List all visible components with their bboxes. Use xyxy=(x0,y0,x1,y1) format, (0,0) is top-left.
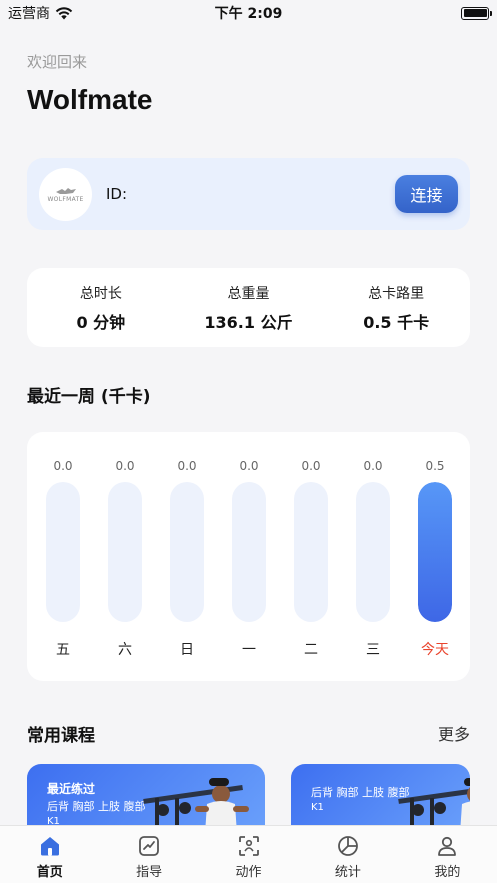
tab-label: 统计 xyxy=(334,865,361,880)
bar-category-label: 二 xyxy=(304,642,318,658)
bar-category-label: 六 xyxy=(118,642,132,658)
bar-track xyxy=(418,482,452,622)
bar-category-label: 今天 xyxy=(421,642,449,658)
bar-track xyxy=(108,482,142,622)
bar-track xyxy=(46,482,80,622)
welcome-text: 欢迎回来 xyxy=(27,53,88,71)
wolf-logo-icon xyxy=(55,187,76,194)
bar xyxy=(418,482,452,622)
stat-total-duration: 总时长 0 分钟 xyxy=(27,283,175,333)
bar-value-label: 0.0 xyxy=(177,459,197,473)
bar-category-label: 五 xyxy=(56,642,70,658)
bar-track xyxy=(170,482,204,622)
bar-track xyxy=(356,482,390,622)
tab-label: 我的 xyxy=(434,865,461,880)
tab-motion[interactable]: 动作 xyxy=(199,826,298,883)
stat-value: 0 分钟 xyxy=(76,312,126,332)
stat-value: 136.1 公斤 xyxy=(204,312,293,332)
status-left: 运营商 xyxy=(8,3,73,23)
stat-label: 总卡路里 xyxy=(368,285,425,302)
bar-track xyxy=(232,482,266,622)
course-tags: 后背 胸部 上肢 腹部 xyxy=(47,800,146,813)
tab-label: 首页 xyxy=(36,865,63,880)
bar-value-label: 0.0 xyxy=(239,459,259,473)
carrier-label: 运营商 xyxy=(8,6,50,22)
status-time: 下午 2:09 xyxy=(214,6,283,22)
courses-section-title: 常用课程 xyxy=(27,726,95,746)
course-heading: 最近练过 xyxy=(47,782,96,796)
bottom-tab-bar: 首页 指导 动作 统计 我的 xyxy=(0,825,497,883)
device-logo: WOLFMATE xyxy=(39,167,92,221)
bar-category-label: 一 xyxy=(242,642,256,658)
weekly-section-title: 最近一周 (千卡) xyxy=(27,387,151,407)
pie-chart-icon xyxy=(338,836,358,856)
stat-label: 总时长 xyxy=(79,285,122,302)
tab-guide[interactable]: 指导 xyxy=(99,826,198,883)
guide-chart-icon xyxy=(139,836,160,856)
tab-profile[interactable]: 我的 xyxy=(398,826,497,883)
bar-category-label: 三 xyxy=(366,642,380,658)
battery-fill xyxy=(463,9,487,17)
bar-category-label: 日 xyxy=(180,642,194,658)
course-card[interactable]: 最近练过 后背 胸部 上肢 腹部 K1 xyxy=(27,764,265,834)
course-model: K1 xyxy=(311,802,324,813)
page-title: Wolfmate xyxy=(27,84,153,115)
tab-label: 指导 xyxy=(136,865,163,880)
bar-value-label: 0.0 xyxy=(115,459,135,473)
device-card: WOLFMATE ID: 连接 xyxy=(27,158,470,230)
home-icon xyxy=(40,837,59,856)
weekly-calories-chart: 0.0 五 0.0 六 0.0 日 0.0 一 0.0 二 0.0 三 0.5 今天 xyxy=(27,432,470,681)
device-logo-text: WOLFMATE xyxy=(47,195,84,203)
stat-label: 总重量 xyxy=(227,285,270,302)
stat-total-weight: 总重量 136.1 公斤 xyxy=(175,283,323,333)
course-card[interactable]: 后背 胸部 上肢 腹部 K1 xyxy=(291,764,470,834)
bar-value-label: 0.5 xyxy=(425,459,445,473)
user-icon xyxy=(438,836,457,856)
tab-statistics[interactable]: 统计 xyxy=(298,826,397,883)
stats-card: 总时长 0 分钟 总重量 136.1 公斤 总卡路里 0.5 千卡 xyxy=(27,268,470,347)
wifi-icon xyxy=(55,6,73,19)
stat-total-calories: 总卡路里 0.5 千卡 xyxy=(322,283,470,333)
bar-value-label: 0.0 xyxy=(53,459,73,473)
bar-value-label: 0.0 xyxy=(363,459,383,473)
battery-icon xyxy=(461,6,492,20)
more-courses-link[interactable]: 更多 xyxy=(438,721,470,745)
status-bar: 运营商 下午 2:09 xyxy=(0,0,497,26)
bar-track xyxy=(294,482,328,622)
bar-value-label: 0.0 xyxy=(301,459,321,473)
motion-scan-icon xyxy=(238,836,259,856)
stat-value: 0.5 千卡 xyxy=(363,312,430,332)
connect-button[interactable]: 连接 xyxy=(395,175,458,213)
tab-home[interactable]: 首页 xyxy=(0,826,99,883)
tab-label: 动作 xyxy=(235,865,262,880)
device-id-label: ID: xyxy=(106,185,128,203)
